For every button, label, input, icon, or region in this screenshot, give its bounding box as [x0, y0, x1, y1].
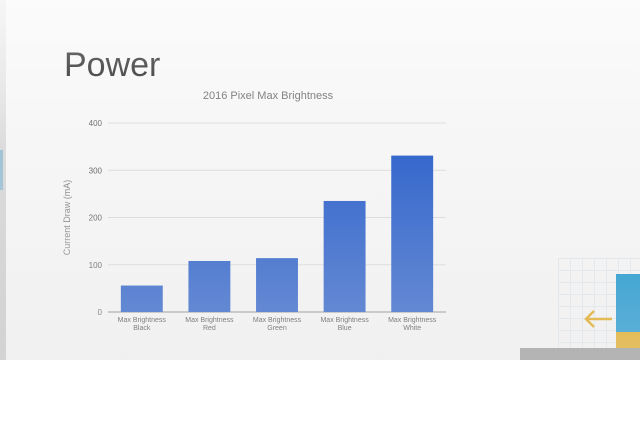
- decorative-illustration: [520, 258, 640, 360]
- y-tick-label: 400: [89, 119, 103, 128]
- left-arrow-icon: [584, 310, 612, 328]
- x-tick-label: Max Brightness: [118, 317, 167, 324]
- y-tick-label: 300: [89, 166, 103, 175]
- x-tick-label: Max Brightness: [253, 317, 302, 324]
- x-tick-label: Green: [267, 325, 287, 332]
- x-tick-label: Max Brightness: [320, 317, 369, 324]
- blue-panel-graphic: [616, 274, 640, 332]
- bar: [323, 200, 366, 312]
- x-tick-label: White: [403, 325, 421, 332]
- bar: [120, 285, 163, 312]
- gold-panel-graphic: [616, 332, 640, 348]
- y-axis-label: Current Draw (mA): [62, 180, 72, 256]
- x-tick-label: Max Brightness: [388, 317, 437, 324]
- x-tick-label: Max Brightness: [185, 317, 234, 324]
- bar: [188, 260, 231, 312]
- bar: [391, 155, 434, 312]
- x-tick-label: Blue: [338, 325, 352, 332]
- y-tick-label: 100: [89, 261, 103, 270]
- presentation-slide: Power 2016 Pixel Max Brightness 0 100 200 3…: [0, 0, 640, 360]
- y-tick-label: 0: [98, 308, 103, 317]
- x-tick-label: Black: [133, 325, 151, 332]
- x-tick-label: Red: [203, 325, 216, 332]
- bar: [256, 258, 298, 312]
- y-tick-label: 200: [89, 214, 103, 223]
- base-bar-graphic: [520, 348, 640, 360]
